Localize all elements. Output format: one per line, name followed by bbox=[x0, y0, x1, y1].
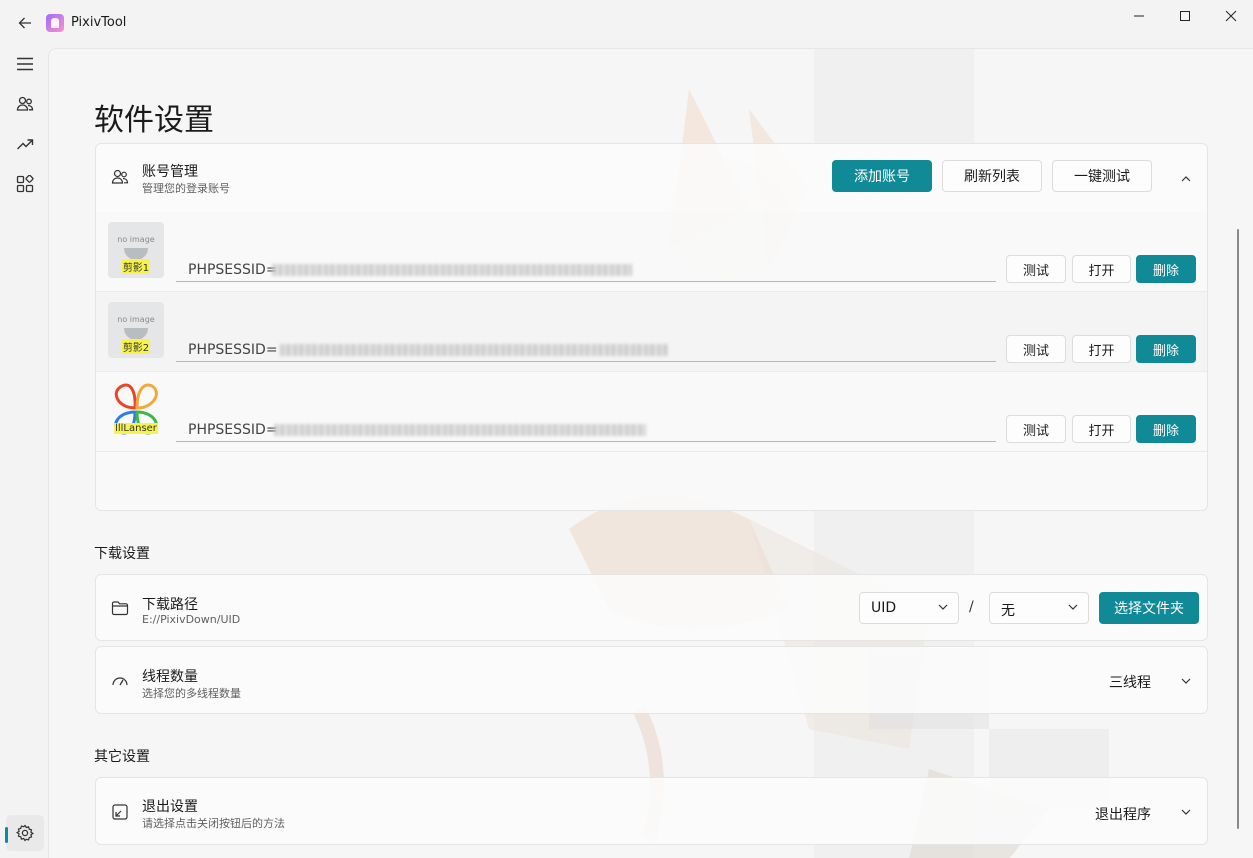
avatar: lllLanser bbox=[108, 382, 164, 438]
card-title: 退出设置 bbox=[142, 799, 198, 815]
chevron-down-icon bbox=[938, 604, 948, 610]
card-title: 账号管理 bbox=[142, 164, 198, 180]
card-title: 线程数量 bbox=[142, 669, 198, 685]
subfolder-select[interactable]: 无 bbox=[989, 592, 1089, 624]
close-icon bbox=[1225, 10, 1237, 22]
apps-grid-icon bbox=[16, 175, 34, 193]
chevron-up-icon bbox=[1181, 176, 1191, 182]
account-row: lllLanser PHPSESSID= 测试 打开 删除 bbox=[96, 372, 1207, 452]
avatar: no image 剪影1 bbox=[108, 222, 164, 278]
nav-accounts[interactable] bbox=[6, 86, 44, 122]
thread-count-value[interactable]: 三线程 bbox=[1109, 672, 1151, 692]
chevron-down-icon[interactable] bbox=[1181, 676, 1191, 686]
avatar: no image 剪影2 bbox=[108, 302, 164, 358]
gear-icon bbox=[16, 824, 34, 842]
card-subtitle: 请选择点击关闭按钮后的方法 bbox=[142, 817, 285, 830]
download-path-card: 下载路径 E://PixivDown/UID UID / 无 选择文件夹 bbox=[95, 574, 1208, 641]
exit-behavior-value[interactable]: 退出程序 bbox=[1095, 804, 1151, 824]
test-button[interactable]: 测试 bbox=[1006, 255, 1066, 283]
session-prefix: PHPSESSID= bbox=[188, 342, 278, 358]
minimize-button[interactable] bbox=[1116, 0, 1162, 32]
speedometer-icon bbox=[110, 671, 130, 691]
arrow-left-icon bbox=[18, 17, 31, 29]
account-list: no image 剪影1 PHPSESSID= 测试 打开 删除 no imag… bbox=[95, 212, 1208, 511]
account-name: lllLanser bbox=[114, 423, 158, 434]
sidebar bbox=[0, 48, 48, 858]
card-subtitle: 选择您的多线程数量 bbox=[142, 687, 241, 700]
test-button[interactable]: 测试 bbox=[1006, 415, 1066, 443]
trending-icon bbox=[17, 139, 34, 150]
open-button[interactable]: 打开 bbox=[1072, 255, 1131, 283]
app-logo-icon bbox=[46, 14, 64, 32]
session-field[interactable]: PHPSESSID= bbox=[176, 340, 996, 362]
exit-icon bbox=[110, 802, 130, 822]
minimize-icon bbox=[1134, 15, 1144, 17]
close-button[interactable] bbox=[1208, 0, 1253, 32]
session-field[interactable]: PHPSESSID= bbox=[176, 260, 996, 282]
folder-structure-select[interactable]: UID bbox=[859, 592, 959, 624]
section-other-label: 其它设置 bbox=[94, 749, 150, 765]
select-value: 无 bbox=[1001, 603, 1015, 619]
nav-apps[interactable] bbox=[6, 166, 44, 202]
thread-count-card[interactable]: 线程数量 选择您的多线程数量 三线程 bbox=[95, 646, 1208, 714]
page-title: 软件设置 bbox=[94, 103, 214, 138]
test-button[interactable]: 测试 bbox=[1006, 335, 1066, 363]
card-title: 下载路径 bbox=[142, 597, 198, 613]
card-subtitle: 管理您的登录账号 bbox=[142, 182, 230, 195]
collapse-button[interactable] bbox=[1176, 169, 1196, 189]
back-button[interactable] bbox=[12, 10, 38, 36]
session-token-redacted bbox=[280, 344, 668, 356]
app-title: PixivTool bbox=[71, 15, 127, 30]
session-token-redacted bbox=[274, 424, 646, 436]
settings-page: 软件设置 账号管理 管理您的登录账号 添加账号 刷新列表 一键测试 no ima… bbox=[48, 48, 1253, 858]
open-button[interactable]: 打开 bbox=[1072, 415, 1131, 443]
delete-button[interactable]: 删除 bbox=[1136, 255, 1196, 283]
account-name: 剪影1 bbox=[121, 259, 151, 274]
maximize-icon bbox=[1180, 11, 1190, 21]
nav-trending[interactable] bbox=[6, 126, 44, 162]
chevron-down-icon bbox=[1068, 604, 1078, 610]
account-row: no image 剪影1 PHPSESSID= 测试 打开 删除 bbox=[96, 212, 1207, 292]
exit-settings-card[interactable]: 退出设置 请选择点击关闭按钮后的方法 退出程序 bbox=[95, 777, 1208, 845]
account-row: no image 剪影2 PHPSESSID= 测试 打开 删除 bbox=[96, 292, 1207, 372]
hamburger-icon bbox=[17, 57, 33, 71]
delete-button[interactable]: 删除 bbox=[1136, 415, 1196, 443]
account-name: 剪影2 bbox=[121, 339, 151, 354]
session-token-redacted bbox=[272, 264, 632, 276]
no-image-placeholder: no image bbox=[117, 315, 155, 324]
refresh-list-button[interactable]: 刷新列表 bbox=[942, 160, 1042, 192]
nav-settings[interactable] bbox=[6, 815, 44, 851]
chevron-down-icon[interactable] bbox=[1181, 807, 1191, 817]
delete-button[interactable]: 删除 bbox=[1136, 335, 1196, 363]
select-value: UID bbox=[871, 600, 897, 616]
nav-active-indicator bbox=[5, 827, 8, 843]
people-icon bbox=[16, 96, 34, 111]
test-all-button[interactable]: 一键测试 bbox=[1052, 160, 1152, 192]
menu-toggle-button[interactable] bbox=[6, 46, 44, 82]
vertical-scrollbar[interactable] bbox=[1237, 229, 1239, 829]
open-button[interactable]: 打开 bbox=[1072, 335, 1131, 363]
choose-folder-button[interactable]: 选择文件夹 bbox=[1099, 592, 1199, 624]
session-field[interactable]: PHPSESSID= bbox=[176, 420, 996, 442]
download-path-value: E://PixivDown/UID bbox=[142, 613, 241, 626]
people-icon bbox=[110, 167, 130, 187]
path-separator: / bbox=[969, 599, 974, 615]
session-prefix: PHPSESSID= bbox=[188, 422, 278, 438]
section-download-label: 下载设置 bbox=[94, 546, 150, 562]
no-image-placeholder: no image bbox=[117, 235, 155, 244]
add-account-button[interactable]: 添加账号 bbox=[832, 160, 932, 192]
account-management-card: 账号管理 管理您的登录账号 添加账号 刷新列表 一键测试 bbox=[95, 143, 1208, 213]
maximize-button[interactable] bbox=[1162, 0, 1208, 32]
title-bar: PixivTool bbox=[0, 0, 1253, 48]
session-prefix: PHPSESSID= bbox=[188, 262, 278, 278]
folder-icon bbox=[110, 598, 130, 618]
